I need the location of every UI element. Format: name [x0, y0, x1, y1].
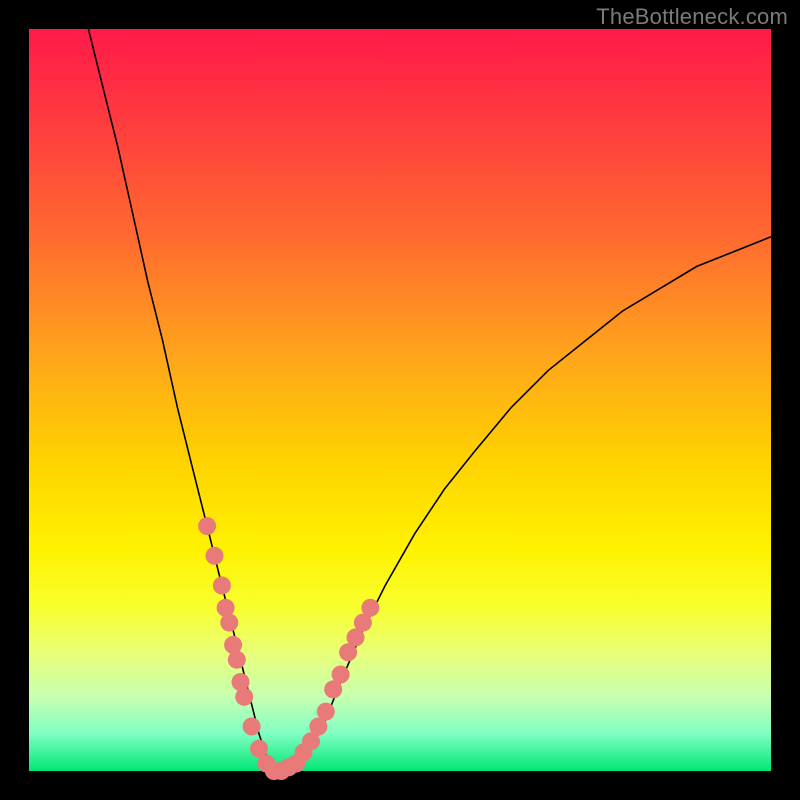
chart-stage: TheBottleneck.com: [0, 0, 800, 800]
curve-marker: [317, 703, 335, 721]
plot-area: [29, 29, 771, 771]
curve-marker: [235, 688, 253, 706]
curve-marker: [243, 718, 261, 736]
curve-marker: [213, 577, 231, 595]
plot-svg: [29, 29, 771, 771]
bottleneck-curve: [88, 29, 771, 771]
curve-marker: [220, 614, 238, 632]
curve-marker: [228, 651, 246, 669]
marker-group: [198, 517, 379, 780]
watermark-text: TheBottleneck.com: [596, 4, 788, 30]
curve-marker: [198, 517, 216, 535]
curve-marker: [332, 666, 350, 684]
curve-marker: [361, 599, 379, 617]
curve-marker: [206, 547, 224, 565]
